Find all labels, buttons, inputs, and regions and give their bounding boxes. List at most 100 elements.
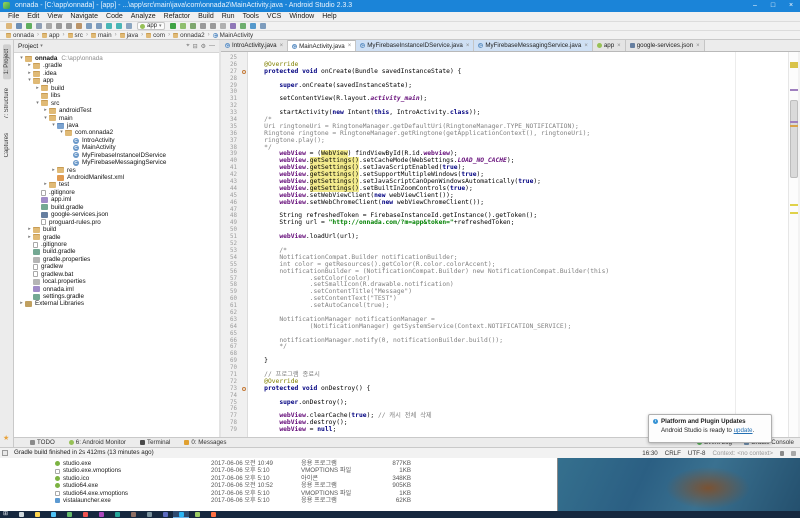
close-icon[interactable]: ×	[466, 43, 470, 49]
menu-item-help[interactable]: Help	[318, 12, 340, 22]
tool-window-button-0-messages[interactable]: 0: Messages	[184, 439, 226, 446]
tree-arrow-icon[interactable]: ▸	[18, 300, 25, 307]
tree-item-androidmanifest.xml[interactable]: AndroidManifest.xml	[14, 174, 219, 181]
cut-icon[interactable]	[56, 23, 62, 29]
line-separator[interactable]: CRLF	[665, 450, 681, 457]
avd-manager-icon[interactable]	[230, 23, 236, 29]
tree-item-external libraries[interactable]: ▸External Libraries	[14, 300, 219, 307]
gradle-sync-icon[interactable]	[250, 23, 256, 29]
hide-panel-icon[interactable]: —	[209, 43, 215, 50]
tree-item-introactivity[interactable]: CIntroActivity	[14, 137, 219, 144]
tree-item-gradlew.bat[interactable]: gradlew.bat	[14, 271, 219, 278]
file-row-studio64.exe[interactable]: studio64.exe2017-06-06 오전 10:52응용 프로그램90…	[0, 482, 557, 489]
tree-item-gradlew[interactable]: gradlew	[14, 263, 219, 270]
tree-arrow-icon[interactable]: ▾	[34, 100, 41, 107]
favorites-star-icon[interactable]: ★	[3, 434, 9, 442]
close-icon[interactable]: ×	[696, 43, 700, 49]
menu-item-refactor[interactable]: Refactor	[160, 12, 194, 22]
tool-window-button-6-android-monitor[interactable]: 6: Android Monitor	[69, 439, 126, 446]
tree-item-build[interactable]: ▸build	[14, 226, 219, 233]
editor-tab-mainactivity.java[interactable]: CMainActivity.java×	[288, 40, 356, 51]
taskbar-app-5[interactable]	[77, 511, 93, 518]
taskbar-app-9[interactable]	[141, 511, 157, 518]
taskbar-app-7[interactable]	[109, 511, 125, 518]
stop-icon[interactable]	[220, 23, 226, 29]
tree-item-.gradle[interactable]: ▸.gradle	[14, 62, 219, 69]
apply-changes-icon[interactable]	[180, 23, 186, 29]
tree-item-local.properties[interactable]: local.properties	[14, 278, 219, 285]
taskbar-app-2[interactable]	[29, 511, 45, 518]
tree-item-gradle[interactable]: ▸gradle	[14, 234, 219, 241]
tree-item-build.gradle[interactable]: build.gradle	[14, 248, 219, 255]
tree-item-app.iml[interactable]: app.iml	[14, 196, 219, 203]
editor-tab-myfirebasemessagingservice.java[interactable]: CMyFirebaseMessagingService.java×	[474, 40, 592, 51]
editor-tab-myfirebaseinstanceidservice.java[interactable]: CMyFirebaseInstanceIDService.java×	[356, 40, 474, 51]
tree-item-.idea[interactable]: ▸.idea	[14, 70, 219, 77]
menu-item-analyze[interactable]: Analyze	[127, 12, 160, 22]
save-all-icon[interactable]	[16, 23, 22, 29]
tree-arrow-icon[interactable]: ▸	[26, 70, 33, 77]
tree-arrow-icon[interactable]: ▾	[26, 77, 33, 84]
tree-item-java[interactable]: ▾java	[14, 122, 219, 129]
sdk-manager-icon[interactable]	[240, 23, 246, 29]
back-icon[interactable]	[106, 23, 112, 29]
tree-item-com.onnada2[interactable]: ▾com.onnada2	[14, 129, 219, 136]
update-link[interactable]: update	[734, 427, 753, 434]
tree-arrow-icon[interactable]: ▾	[50, 122, 57, 129]
editor-tab-introactivity.java[interactable]: CIntroActivity.java×	[221, 40, 288, 51]
file-row-vistalauncher.exe[interactable]: vistalauncher.exe2017-06-06 오후 5:10응용 프로…	[0, 497, 557, 504]
settings-icon[interactable]: ⚙	[201, 43, 206, 50]
taskbar-app-6[interactable]	[93, 511, 109, 518]
close-icon[interactable]: ×	[280, 43, 284, 49]
tree-arrow-icon[interactable]: ▸	[26, 62, 33, 69]
tree-item-gradle.properties[interactable]: gradle.properties	[14, 256, 219, 263]
breadcrumb-item-main[interactable]: main	[91, 32, 112, 39]
taskbar-app-8[interactable]	[125, 511, 141, 518]
menu-item-tools[interactable]: Tools	[239, 12, 263, 22]
tool-window-button-terminal[interactable]: Terminal	[140, 439, 170, 446]
breadcrumb-item-app[interactable]: app	[42, 32, 60, 39]
menu-item-file[interactable]: File	[4, 12, 23, 22]
file-row-studio.exe[interactable]: studio.exe2017-06-06 오전 10:49응용 프로그램877K…	[0, 460, 557, 467]
scrollbar-thumb[interactable]	[790, 100, 798, 178]
menu-item-navigate[interactable]: Navigate	[66, 12, 102, 22]
close-icon[interactable]: ×	[617, 43, 621, 49]
open-icon[interactable]	[6, 23, 12, 29]
menu-item-view[interactable]: View	[43, 12, 66, 22]
paste-icon[interactable]	[76, 23, 82, 29]
collapse-all-icon[interactable]: ⊟	[193, 43, 198, 50]
tree-item-test[interactable]: ▸test	[14, 181, 219, 188]
redo-icon[interactable]	[46, 23, 52, 29]
tree-item-build[interactable]: ▸build	[14, 85, 219, 92]
undo-icon[interactable]	[36, 23, 42, 29]
tree-item-settings.gradle[interactable]: settings.gradle	[14, 293, 219, 300]
breadcrumb-item-onnada2[interactable]: onnada2	[173, 32, 205, 39]
tool-window-button-todo[interactable]: TODO	[30, 439, 55, 446]
tree-item-.gitignore[interactable]: .gitignore	[14, 241, 219, 248]
menu-item-run[interactable]: Run	[218, 12, 239, 22]
menu-item-code[interactable]: Code	[102, 12, 127, 22]
tree-arrow-icon[interactable]: ▾	[18, 55, 25, 62]
run-configuration-selector[interactable]: app▾	[137, 22, 165, 30]
tool-window-tab-1-project[interactable]: 1: Project	[3, 44, 11, 79]
tree-item-src[interactable]: ▾src	[14, 100, 219, 107]
taskbar-app-3[interactable]	[45, 511, 61, 518]
caret-position[interactable]: 16:30	[642, 450, 657, 457]
breadcrumb-item-src[interactable]: src	[68, 32, 83, 39]
tree-item-app[interactable]: ▾app	[14, 77, 219, 84]
tool-window-tab-captures[interactable]: Captures	[3, 128, 11, 162]
taskbar-app-1[interactable]	[13, 511, 29, 518]
tree-item-mainactivity[interactable]: CMainActivity	[14, 144, 219, 151]
tree-item-libs[interactable]: libs	[14, 92, 219, 99]
encoding[interactable]: UTF-8	[688, 450, 706, 457]
tree-arrow-icon[interactable]: ▸	[26, 234, 33, 241]
compile-icon[interactable]	[126, 23, 132, 29]
run-icon[interactable]	[170, 23, 176, 29]
editor-tab-google-services.json[interactable]: google-services.json×	[626, 40, 705, 51]
tree-arrow-icon[interactable]: ▸	[42, 107, 49, 114]
tool-window-tab-7-structure[interactable]: 7: Structure	[3, 83, 11, 124]
tree-arrow-icon[interactable]: ▸	[42, 181, 49, 188]
file-row-studio.ico[interactable]: studio.ico2017-06-06 오후 5:10아이콘348KB	[0, 475, 557, 482]
tree-arrow-icon[interactable]: ▸	[34, 85, 41, 92]
highlighting-level-icon[interactable]	[791, 451, 796, 456]
